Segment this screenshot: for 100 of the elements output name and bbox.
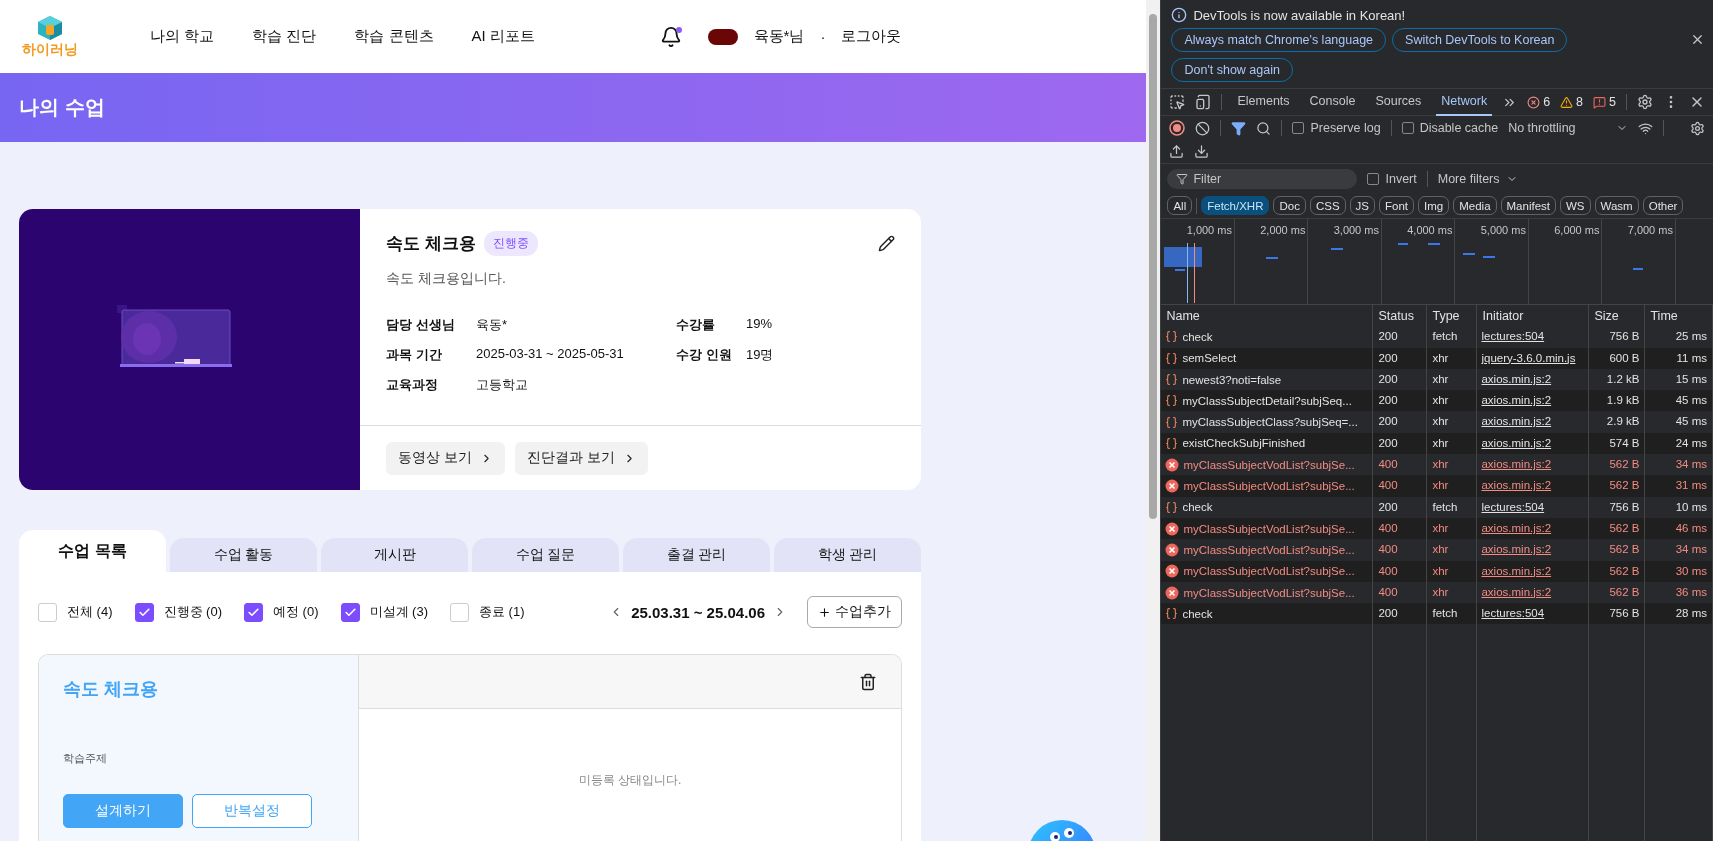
type-filter-chip[interactable]: Other bbox=[1642, 196, 1684, 215]
import-button[interactable] bbox=[1169, 144, 1185, 159]
record-button[interactable] bbox=[1169, 120, 1186, 136]
add-class-button[interactable]: 수업추가 bbox=[807, 596, 902, 628]
checkbox[interactable] bbox=[340, 602, 360, 622]
edit-button[interactable] bbox=[876, 233, 897, 254]
table-cell: 756 B bbox=[1589, 326, 1646, 348]
error-icon bbox=[1165, 564, 1180, 579]
delete-button[interactable] bbox=[859, 672, 877, 691]
request-row[interactable]: myClassSubjectVodList?subjSe... 400 xhr axios.min.js:2 562 B 30 ms bbox=[1161, 560, 1713, 582]
table-cell: 30 ms bbox=[1645, 560, 1713, 582]
type-filter-chip[interactable]: Font bbox=[1379, 196, 1415, 215]
more-filters-dropdown[interactable]: More filters bbox=[1437, 172, 1518, 186]
table-cell: fetch bbox=[1427, 496, 1478, 518]
type-filter-chip[interactable]: Fetch/XHR bbox=[1201, 196, 1270, 215]
link-button[interactable]: 동영상 보기 bbox=[386, 441, 505, 475]
notification-button[interactable] bbox=[659, 25, 682, 48]
table-cell: xhr bbox=[1427, 475, 1478, 497]
request-row[interactable]: myClassSubjectVodList?subjSe... 400 xhr axios.min.js:2 562 B 46 ms bbox=[1161, 517, 1713, 540]
nav-link[interactable]: 나의 학교 bbox=[150, 27, 215, 46]
request-row[interactable]: myClassSubjectDetail?subjSeq... 200 xhr axios.min.js:2 1.9 kB 45 ms bbox=[1161, 390, 1713, 412]
tab[interactable]: 출결 관리 bbox=[623, 538, 770, 572]
throttling-select[interactable]: No throttling bbox=[1508, 121, 1628, 135]
nav-link[interactable]: 학습 진단 bbox=[252, 27, 317, 46]
filter-field[interactable]: Filter bbox=[1167, 169, 1358, 189]
type-filter-chip[interactable]: JS bbox=[1349, 196, 1375, 215]
request-row[interactable]: check 200 fetch lectures:504 756 B 28 ms bbox=[1161, 603, 1713, 625]
checkbox[interactable] bbox=[244, 602, 263, 622]
initiator-link[interactable]: lectures:504 bbox=[1481, 500, 1545, 513]
info-label: 과목 기간 bbox=[386, 346, 443, 364]
inspect-button[interactable] bbox=[1169, 94, 1186, 110]
devtools-tab[interactable]: Network bbox=[1436, 88, 1493, 116]
settings-button[interactable] bbox=[1637, 94, 1653, 110]
initiator-link[interactable]: axios.min.js:2 bbox=[1481, 415, 1552, 428]
request-row[interactable]: existCheckSubjFinished 200 xhr axios.min.js:2 574 B 24 ms bbox=[1161, 432, 1713, 455]
date-range: 25.03.31 ~ 25.04.06 bbox=[631, 603, 765, 621]
tab[interactable]: 수업 활동 bbox=[170, 538, 317, 572]
search-button[interactable] bbox=[1256, 120, 1272, 136]
initiator-link[interactable]: axios.min.js:2 bbox=[1481, 436, 1552, 449]
filter-toggle-button[interactable] bbox=[1231, 120, 1247, 136]
checkbox[interactable] bbox=[1401, 122, 1414, 134]
issue-count[interactable]: 5 bbox=[1593, 95, 1616, 109]
initiator-link[interactable]: axios.min.js:2 bbox=[1481, 479, 1552, 492]
initiator-link[interactable]: axios.min.js:2 bbox=[1481, 543, 1552, 556]
error-count[interactable]: 6 bbox=[1527, 95, 1551, 109]
tab[interactable]: 게시판 bbox=[321, 538, 468, 572]
logout-link[interactable]: 로그아웃 bbox=[841, 27, 902, 46]
table-cell: 400 bbox=[1373, 560, 1428, 582]
nav-link[interactable]: AI 리포트 bbox=[471, 27, 535, 46]
time-tick: 7,000 ms bbox=[1627, 224, 1673, 236]
type-filter-chip[interactable]: Wasm bbox=[1594, 196, 1639, 215]
checkbox[interactable] bbox=[1292, 122, 1305, 134]
initiator-link[interactable]: lectures:504 bbox=[1481, 330, 1545, 343]
initiator-link[interactable]: axios.min.js:2 bbox=[1481, 521, 1552, 534]
initiator-link[interactable]: jquery-3.6.0.min.js bbox=[1481, 351, 1576, 364]
time-tick: 4,000 ms bbox=[1407, 224, 1453, 236]
robot-face-icon bbox=[1050, 828, 1074, 841]
checkbox[interactable] bbox=[134, 602, 154, 622]
logo-text: 하이러닝 bbox=[22, 40, 78, 59]
network-conditions-button[interactable] bbox=[1637, 120, 1653, 136]
devtools-tab[interactable]: Elements bbox=[1232, 88, 1295, 116]
close-button[interactable] bbox=[1690, 32, 1705, 47]
checkbox[interactable] bbox=[1367, 173, 1380, 185]
tab[interactable]: 수업 목록 bbox=[19, 530, 166, 572]
initiator-link[interactable]: axios.min.js:2 bbox=[1481, 564, 1552, 577]
link-button[interactable]: 진단결과 보기 bbox=[514, 441, 648, 475]
initiator-link[interactable]: lectures:504 bbox=[1481, 607, 1545, 620]
request-row[interactable]: myClassSubjectVodList?subjSe... 400 xhr axios.min.js:2 562 B 31 ms bbox=[1161, 475, 1713, 497]
initiator-link[interactable]: axios.min.js:2 bbox=[1481, 585, 1552, 598]
request-row[interactable]: semSelect 200 xhr jquery-3.6.0.min.js 600 B 11 ms bbox=[1161, 347, 1713, 369]
issue-icon bbox=[1593, 95, 1607, 109]
export-button[interactable] bbox=[1194, 144, 1210, 159]
type-filter-chip[interactable]: Doc bbox=[1273, 196, 1306, 215]
table-cell: myClassSubjectVodList?subjSe... bbox=[1183, 543, 1355, 556]
type-filter-chip[interactable]: All bbox=[1167, 196, 1193, 215]
warning-count[interactable]: 8 bbox=[1560, 95, 1584, 109]
type-filter-chip[interactable]: Media bbox=[1453, 196, 1497, 215]
logo-icon bbox=[36, 14, 64, 41]
search-icon bbox=[1256, 120, 1272, 136]
devtools-tab[interactable]: Console bbox=[1304, 88, 1361, 116]
type-filter-chip[interactable]: Img bbox=[1418, 196, 1450, 215]
type-filter-chip[interactable]: CSS bbox=[1309, 196, 1346, 215]
initiator-link[interactable]: axios.min.js:2 bbox=[1481, 394, 1552, 407]
devtools-tab[interactable]: Sources bbox=[1370, 88, 1427, 116]
initiator-link[interactable]: axios.min.js:2 bbox=[1481, 372, 1552, 385]
table-cell: 45 ms bbox=[1645, 411, 1713, 433]
network-settings-button[interactable] bbox=[1690, 120, 1705, 136]
clear-button[interactable] bbox=[1195, 120, 1211, 136]
trash-icon bbox=[859, 672, 877, 691]
separator-dot: · bbox=[820, 28, 826, 45]
type-filter-chip[interactable]: Manifest bbox=[1500, 196, 1556, 215]
table-cell: check bbox=[1182, 607, 1213, 620]
nav-link[interactable]: 학습 콘텐츠 bbox=[354, 27, 434, 46]
device-toggle-button[interactable] bbox=[1195, 94, 1212, 110]
tab[interactable]: 수업 질문 bbox=[472, 538, 619, 572]
braces-icon bbox=[1165, 436, 1179, 450]
initiator-link[interactable]: axios.min.js:2 bbox=[1481, 458, 1552, 471]
scrollbar[interactable] bbox=[1146, 0, 1161, 841]
type-filter-chip[interactable]: WS bbox=[1560, 196, 1591, 215]
tab[interactable]: 학생 관리 bbox=[774, 538, 921, 572]
